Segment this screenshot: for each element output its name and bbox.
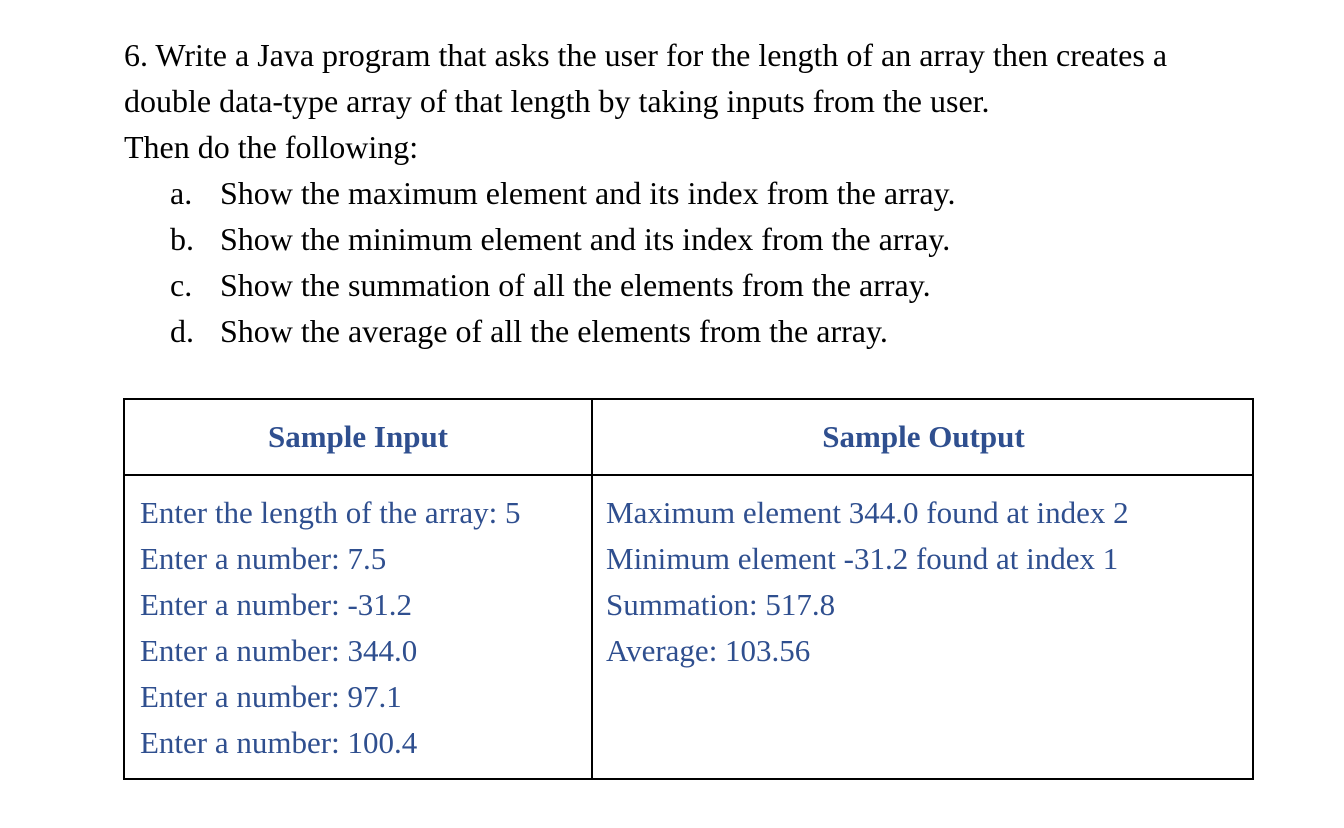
sample-output-header: Sample Output — [822, 419, 1025, 454]
question-line-2: double data-type array of that length by… — [124, 83, 990, 119]
output-line: Average: 103.56 — [606, 633, 811, 668]
sub-question-list: a. Show the maximum element and its index… — [124, 170, 1304, 354]
input-line: Enter a number: 344.0 — [140, 633, 418, 668]
sample-io-table: Sample Input Sample Output Enter the len… — [123, 398, 1254, 780]
sample-input-header: Sample Input — [267, 419, 449, 454]
output-line: Summation: 517.8 — [606, 587, 836, 622]
question-line-3: Then do the following: — [124, 129, 419, 165]
sub-question-marker: b. — [170, 221, 194, 257]
sub-question-c: c. Show the summation of all the elements… — [124, 262, 1304, 308]
sub-question-b: b. Show the minimum element and its index… — [124, 216, 1304, 262]
question-block: 6. Write a Java program that asks the us… — [124, 32, 1304, 354]
sub-question-text: Show the maximum element and its index f… — [220, 175, 956, 211]
sub-question-text: Show the average of all the elements fro… — [220, 313, 888, 349]
sample-input-cell: Enter the length of the array: 5 Enter a… — [140, 490, 590, 766]
input-line: Enter a number: 97.1 — [140, 679, 402, 714]
input-line: Enter a number: 100.4 — [140, 725, 418, 760]
sub-question-a: a. Show the maximum element and its index… — [124, 170, 1304, 216]
output-line: Minimum element -31.2 found at index 1 — [606, 541, 1119, 576]
input-line: Enter a number: -31.2 — [140, 587, 413, 622]
sub-question-d: d. Show the average of all the elements f… — [124, 308, 1304, 354]
question-line-1: 6. Write a Java program that asks the us… — [124, 37, 1168, 73]
sub-question-text: Show the minimum element and its index f… — [220, 221, 951, 257]
input-line: Enter a number: 7.5 — [140, 541, 387, 576]
sub-question-marker: d. — [170, 313, 194, 349]
input-line: Enter the length of the array: 5 — [140, 495, 521, 530]
output-line: Maximum element 344.0 found at index 2 — [606, 495, 1129, 530]
sub-question-marker: c. — [170, 267, 193, 303]
sample-output-cell: Maximum element 344.0 found at index 2 M… — [606, 490, 1246, 674]
sub-question-text: Show the summation of all the elements f… — [220, 267, 931, 303]
sub-question-marker: a. — [170, 175, 193, 211]
